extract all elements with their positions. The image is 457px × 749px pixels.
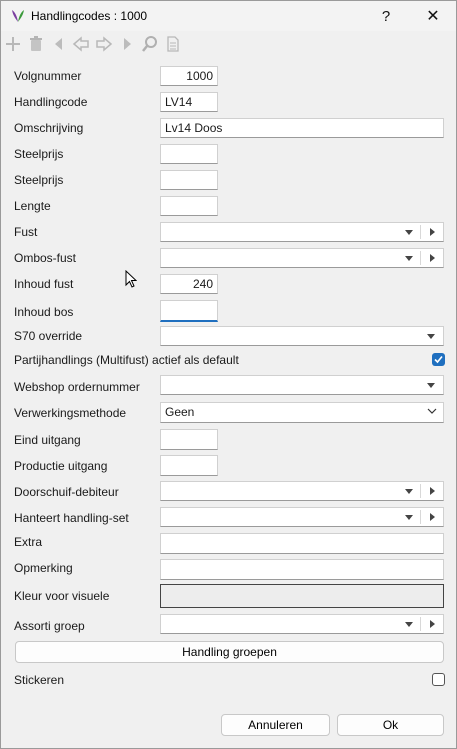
document-icon[interactable] [164,35,182,53]
eind-uitgang-label: Eind uitgang [14,433,81,447]
fust-label: Fust [14,225,38,239]
toolbar [1,31,456,57]
verwerkingsmethode-select[interactable]: Geen [160,402,444,423]
dropdown-arrow-icon[interactable] [405,489,413,494]
lookup-arrow-icon[interactable] [430,620,435,628]
inhoud-fust-field[interactable]: 240 [160,274,218,294]
mouse-cursor-icon [125,270,137,288]
omschrijving-label: Omschrijving [14,121,84,135]
opmerking-label: Opmerking [14,561,73,575]
dropdown-arrow-icon[interactable] [405,515,413,520]
dialog-window: Handlingcodes : 1000 ? ✕ Volgnummer 1000… [0,0,457,749]
inhoud-fust-label: Inhoud fust [14,277,74,291]
checkmark-icon [434,355,443,364]
partijhandlings-checkbox[interactable] [432,353,445,366]
steelprijs-field[interactable] [160,144,218,164]
app-logo-icon [12,10,24,22]
steelprijs-label: Steelprijs [14,147,64,161]
assorti-groep-select[interactable] [160,614,444,634]
lengte-field[interactable] [160,196,218,216]
handlingcode-label: Handlingcode [14,95,88,109]
previous-icon[interactable] [72,35,90,53]
productie-uitgang-field[interactable] [160,455,218,476]
inhoud-bos-field[interactable] [160,300,218,322]
partijhandlings-label: Partijhandlings (Multifust) actief als d… [14,353,239,367]
verwerkingsmethode-value: Geen [165,405,195,419]
search-icon[interactable] [141,35,159,53]
hanteert-handling-set-select[interactable] [160,507,444,527]
fust-select[interactable] [160,222,444,242]
lookup-arrow-icon[interactable] [430,228,435,236]
lookup-arrow-icon[interactable] [430,487,435,495]
doorschuif-debiteur-label: Doorschuif-debiteur [14,485,119,499]
title-bar: Handlingcodes : 1000 ? ✕ [1,1,456,31]
next-icon[interactable] [95,35,113,53]
verwerkingsmethode-label: Verwerkingsmethode [14,406,127,420]
volgnummer-label: Volgnummer [14,69,82,83]
dropdown-arrow-icon[interactable] [405,256,413,261]
productie-uitgang-label: Productie uitgang [14,459,108,473]
opmerking-field[interactable] [160,559,444,580]
dropdown-arrow-icon[interactable] [427,334,435,339]
volgnummer-field[interactable]: 1000 [160,66,218,86]
kleur-voor-visuele-label: Kleur voor visuele [14,589,110,603]
chevron-down-icon[interactable] [427,406,437,416]
dropdown-arrow-icon[interactable] [427,383,435,388]
kleur-voor-visuele-field[interactable] [160,584,444,608]
first-icon[interactable] [50,35,68,53]
webshop-ordernummer-select[interactable] [160,375,444,395]
cancel-button[interactable]: Annuleren [221,714,330,736]
help-button[interactable]: ? [364,1,408,31]
hanteert-handling-set-label: Hanteert handling-set [14,511,129,525]
s70-override-label: S70 override [14,329,83,343]
doorschuif-debiteur-select[interactable] [160,481,444,501]
lookup-arrow-icon[interactable] [430,254,435,262]
delete-icon[interactable] [27,35,45,53]
eind-uitgang-field[interactable] [160,429,218,450]
inhoud-bos-label: Inhoud bos [14,305,74,319]
dropdown-arrow-icon[interactable] [405,230,413,235]
handling-groepen-button[interactable]: Handling groepen [15,641,444,663]
ombos-fust-select[interactable] [160,248,444,268]
omschrijving-field[interactable]: Lv14 Doos [160,118,444,138]
add-icon[interactable] [4,35,22,53]
ok-button[interactable]: Ok [337,714,444,736]
window-title: Handlingcodes : 1000 [31,9,148,23]
extra-label: Extra [14,535,43,549]
close-button[interactable]: ✕ [411,1,455,31]
lookup-arrow-icon[interactable] [430,513,435,521]
s70-override-select[interactable] [160,326,444,346]
handlingcode-field[interactable]: LV14 [160,92,218,112]
dropdown-arrow-icon[interactable] [405,622,413,627]
stickeren-label: Stickeren [14,673,65,687]
assorti-groep-label: Assorti groep [14,619,85,633]
webshop-ordernummer-label: Webshop ordernummer [14,380,140,394]
steelprijs-2-field[interactable] [160,170,218,190]
steelprijs-2-label: Steelprijs [14,173,64,187]
ombos-fust-label: Ombos-fust [14,251,77,265]
lengte-label: Lengte [14,199,51,213]
stickeren-checkbox[interactable] [432,673,445,686]
extra-field[interactable] [160,533,444,554]
last-icon[interactable] [118,35,136,53]
